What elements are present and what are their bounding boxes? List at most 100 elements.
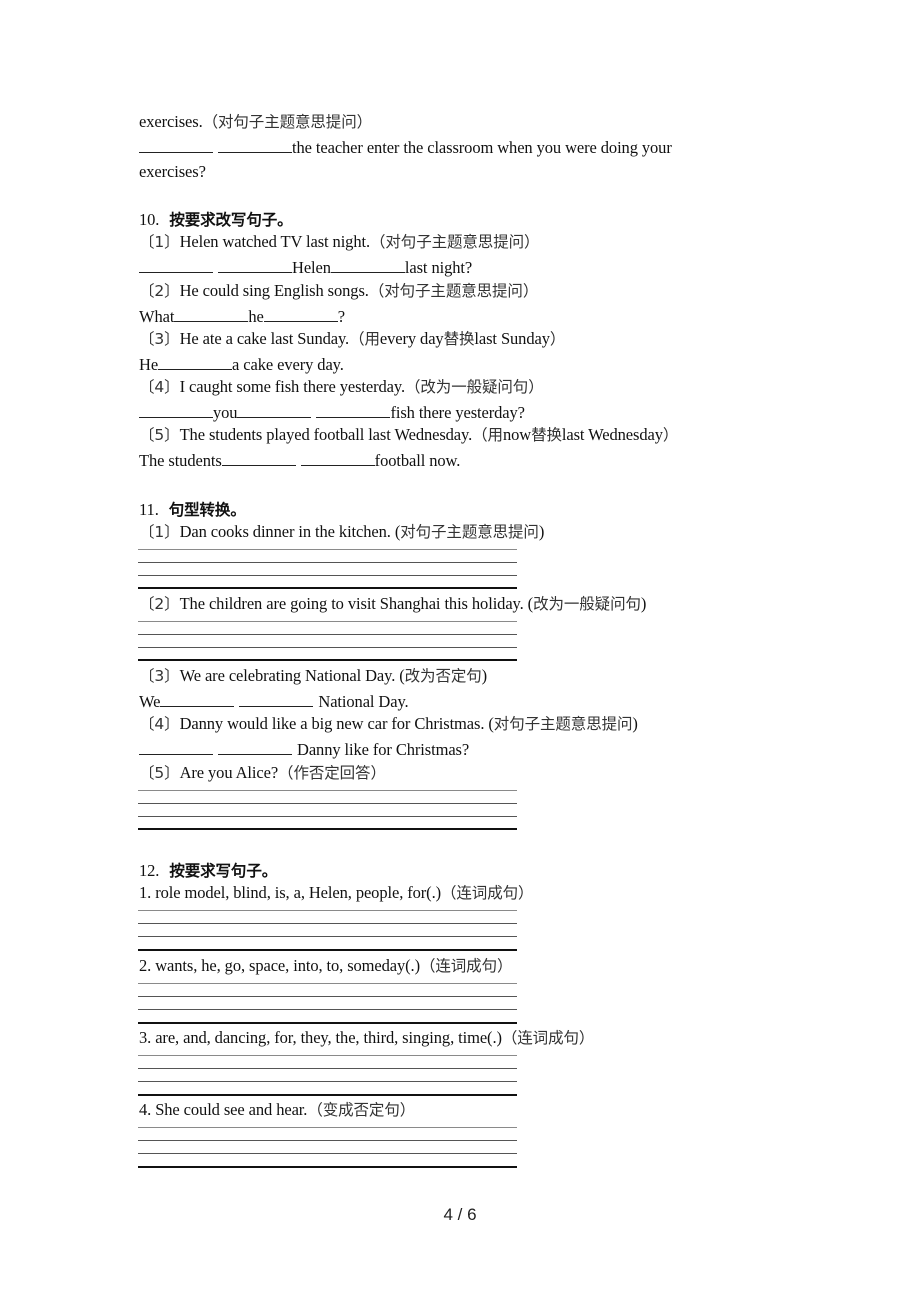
answer-writing-line[interactable] bbox=[138, 1055, 517, 1056]
s11-item-4-answer: Danny like for Christmas? bbox=[139, 740, 469, 760]
answer-writing-line[interactable] bbox=[138, 936, 517, 937]
page-number: 4 / 6 bbox=[443, 1205, 477, 1224]
s11-item-4-prompt: 〔4〕Danny would like a big new car for Ch… bbox=[139, 714, 638, 734]
answer-blank[interactable] bbox=[139, 138, 213, 153]
answer-writing-line[interactable] bbox=[138, 790, 517, 791]
section-number: 10. bbox=[139, 210, 160, 229]
answer-blank[interactable] bbox=[330, 258, 405, 273]
answer-writing-line[interactable] bbox=[138, 634, 517, 635]
item-instruction: ) bbox=[538, 522, 545, 541]
item-label: 〔5〕 bbox=[139, 426, 180, 444]
item-sentence: Danny would like a big new car for Chris… bbox=[179, 714, 494, 733]
answer-writing-line[interactable] bbox=[138, 647, 517, 648]
item-instruction: ) bbox=[640, 594, 647, 613]
answer-writing-line[interactable] bbox=[138, 803, 517, 804]
s11-item-1-prompt: 〔1〕Dan cooks dinner in the kitchen. (对句子… bbox=[139, 522, 544, 542]
item-instruction: （连词成句） bbox=[441, 884, 534, 902]
answer-writing-line[interactable] bbox=[138, 575, 517, 576]
answer-writing-line[interactable] bbox=[138, 1009, 517, 1010]
answer-writing-line[interactable] bbox=[138, 923, 517, 924]
item-instruction: 替换 bbox=[443, 330, 475, 348]
item-sentence: Helen watched TV last night. bbox=[179, 232, 371, 251]
answer-blank[interactable] bbox=[239, 692, 314, 707]
item-label: 〔4〕 bbox=[139, 715, 180, 733]
answer-blank[interactable] bbox=[218, 740, 292, 755]
item-sentence: The children are going to visit Shanghai… bbox=[179, 594, 534, 613]
answer-blank[interactable] bbox=[316, 403, 391, 418]
item-sentence: Dan cooks dinner in the kitchen. ( bbox=[179, 522, 401, 541]
answer-blank[interactable] bbox=[218, 258, 292, 273]
item-instruction: （连词成句） bbox=[501, 1029, 595, 1047]
s10-item-1-answer: Helen last night? bbox=[139, 258, 472, 278]
answer-writing-line[interactable] bbox=[138, 1127, 517, 1128]
answer-blank[interactable] bbox=[263, 307, 338, 322]
item-sentence: 1. role model, blind, is, a, Helen, peop… bbox=[139, 883, 441, 902]
answer-writing-line[interactable] bbox=[138, 1153, 517, 1154]
item-label: 〔2〕 bbox=[139, 595, 180, 613]
answer-text: What bbox=[139, 307, 175, 326]
s10-item-4-answer: you fish there yesterday? bbox=[139, 403, 525, 423]
s10-item-3-prompt: 〔3〕He ate a cake last Sunday.（用every day… bbox=[139, 329, 565, 349]
answer-writing-line[interactable] bbox=[138, 659, 517, 661]
answer-blank[interactable] bbox=[139, 740, 213, 755]
answer-blank[interactable] bbox=[300, 451, 375, 466]
s11-item-5-prompt: 〔5〕Are you Alice?（作否定回答） bbox=[139, 763, 386, 783]
item-instruction: （变成否定句） bbox=[307, 1101, 416, 1119]
answer-writing-line[interactable] bbox=[138, 1140, 517, 1141]
s10-item-5-prompt: 〔5〕The students played football last Wed… bbox=[139, 425, 678, 445]
answer-blank[interactable] bbox=[160, 692, 235, 707]
item-sentence: We are celebrating National Day. ( bbox=[179, 666, 405, 685]
answer-blank[interactable] bbox=[237, 403, 312, 418]
answer-writing-line[interactable] bbox=[138, 983, 517, 984]
answer-blank[interactable] bbox=[139, 403, 213, 418]
answer-text: We bbox=[139, 692, 161, 711]
s12-item-4-prompt: 4. She could see and hear.（变成否定句） bbox=[139, 1100, 415, 1120]
answer-text: The students bbox=[139, 451, 222, 470]
answer-writing-line[interactable] bbox=[138, 1094, 517, 1096]
item-label: 〔3〕 bbox=[139, 667, 180, 685]
item-instruction: ) bbox=[632, 714, 638, 733]
answer-blank[interactable] bbox=[218, 138, 292, 153]
answer-writing-line[interactable] bbox=[138, 587, 517, 589]
s10-item-2-answer: What he? bbox=[139, 307, 345, 327]
item-sentence: 4. She could see and hear. bbox=[139, 1100, 308, 1119]
worksheet-page: exercises.（对句子主题意思提问） the teacher enter … bbox=[0, 0, 920, 1302]
answer-writing-line[interactable] bbox=[138, 910, 517, 911]
s12-item-3-prompt: 3. are, and, dancing, for, they, the, th… bbox=[139, 1028, 594, 1048]
item-instruction: 对句子主题意思提问 bbox=[493, 715, 633, 733]
answer-blank[interactable] bbox=[158, 355, 233, 370]
item-instruction: （用 bbox=[472, 426, 503, 444]
item-instruction: now bbox=[502, 425, 532, 444]
answer-writing-line[interactable] bbox=[138, 1166, 517, 1168]
section-title: 按要求写句子。 bbox=[169, 862, 278, 880]
s12-item-2-prompt: 2. wants, he, go, space, into, to, somed… bbox=[139, 956, 512, 976]
answer-blank[interactable] bbox=[139, 258, 213, 273]
answer-writing-line[interactable] bbox=[138, 1022, 517, 1024]
answer-writing-line[interactable] bbox=[138, 621, 517, 622]
answer-writing-line[interactable] bbox=[138, 949, 517, 951]
answer-writing-line[interactable] bbox=[138, 828, 517, 830]
item-instruction: 改为一般疑问句 bbox=[533, 595, 641, 613]
s10-item-4-prompt: 〔4〕I caught some fish there yesterday.（改… bbox=[139, 377, 544, 397]
answer-text: fish there yesterday? bbox=[390, 403, 525, 422]
item-instruction: last Sunday bbox=[474, 329, 550, 348]
s10-item-5-answer: The students football now. bbox=[139, 451, 460, 471]
answer-blank[interactable] bbox=[174, 307, 249, 322]
continued-answer-line: the teacher enter the classroom when you… bbox=[139, 138, 672, 158]
answer-writing-line[interactable] bbox=[138, 1081, 517, 1082]
item-sentence: He ate a cake last Sunday. bbox=[179, 329, 350, 348]
continued-prompt: exercises.（对句子主题意思提问） bbox=[139, 112, 372, 132]
item-sentence: He could sing English songs. bbox=[179, 281, 369, 300]
section-title: 按要求改写句子。 bbox=[169, 211, 293, 229]
answer-writing-line[interactable] bbox=[138, 562, 517, 563]
answer-writing-line[interactable] bbox=[138, 996, 517, 997]
item-instruction: every day bbox=[379, 329, 444, 348]
answer-writing-line[interactable] bbox=[138, 1068, 517, 1069]
section-10-heading: 10. 按要求改写句子。 bbox=[139, 210, 293, 230]
item-instruction: （对句子主题意思提问） bbox=[368, 282, 539, 300]
answer-writing-line[interactable] bbox=[138, 816, 517, 817]
answer-writing-line[interactable] bbox=[138, 549, 517, 550]
answer-blank[interactable] bbox=[221, 451, 296, 466]
item-instruction: ） bbox=[549, 330, 566, 348]
answer-text: ? bbox=[337, 307, 345, 326]
